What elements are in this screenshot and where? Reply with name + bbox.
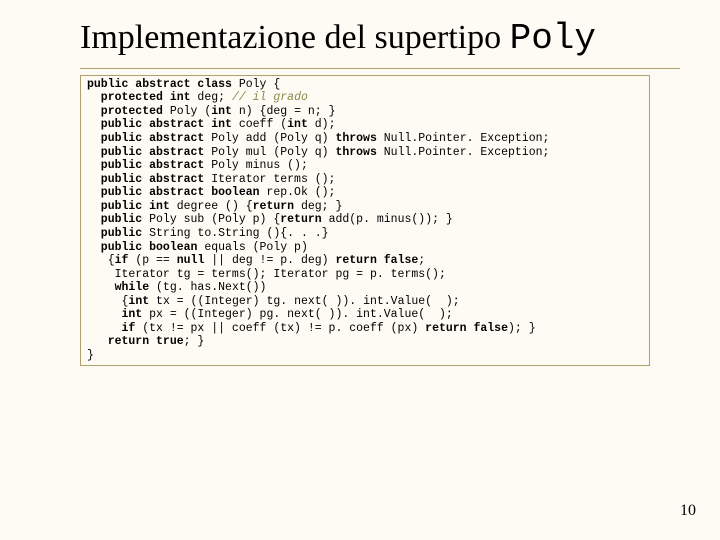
code-block: public abstract class Poly { protected i…: [87, 78, 643, 363]
slide-title: Implementazione del supertipo Poly: [80, 20, 680, 58]
code-box: public abstract class Poly { protected i…: [80, 75, 650, 366]
title-rule: [80, 68, 680, 69]
page-number: 10: [680, 502, 696, 520]
title-text: Implementazione del supertipo: [80, 19, 510, 56]
title-code: Poly: [510, 18, 596, 59]
